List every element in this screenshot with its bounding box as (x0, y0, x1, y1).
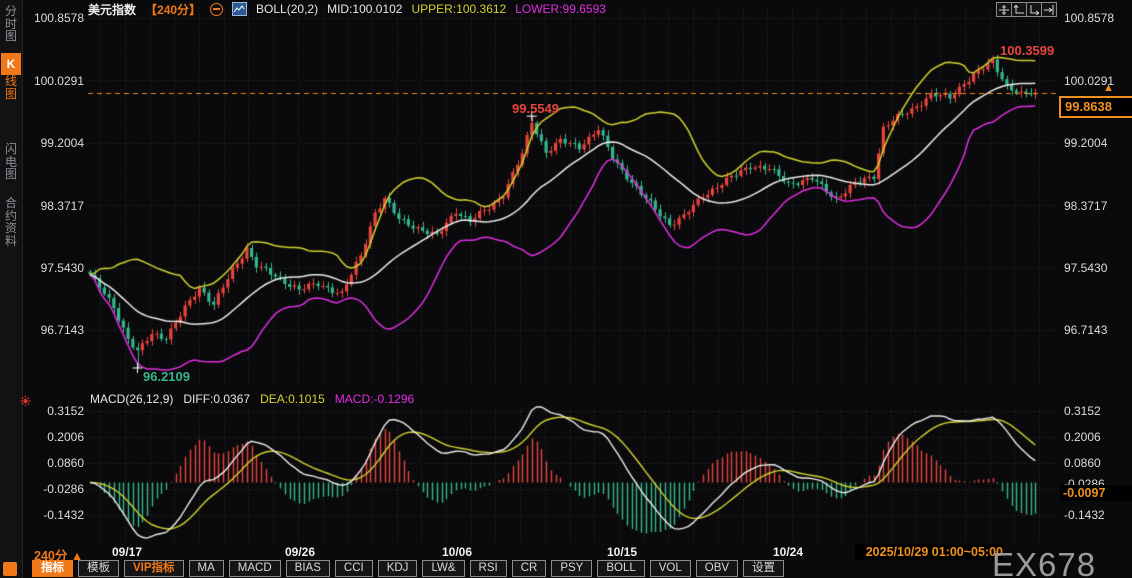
jump-to-latest-button[interactable] (1041, 2, 1057, 17)
toolbar-item-template[interactable]: 模板 (78, 560, 119, 577)
toolbar-item-vol[interactable]: VOL (649, 560, 691, 577)
macd-tick-right: 0.3152 (1064, 404, 1101, 418)
toolbar-item-ma[interactable]: MA (188, 560, 224, 577)
period-tag: 【240分】 (145, 2, 202, 17)
sidebar-tab-kline[interactable]: K 线图 (1, 53, 21, 100)
boll-label: BOLL(20,2) (256, 2, 319, 16)
price-tick-right: 100.0291 (1064, 74, 1115, 88)
axis-zoom-right-button[interactable] (1026, 2, 1042, 17)
price-tick-right: 96.7143 (1064, 323, 1108, 337)
price-tick-left: 100.0291 (33, 74, 84, 88)
chart-header: 美元指数 【240分】 BOLL(20,2) MID:100.0102 UPPE… (88, 2, 606, 17)
price-tick-left: 98.3717 (40, 199, 84, 213)
crosshair-tool-button[interactable] (996, 2, 1012, 17)
boll-lower-value: LOWER:99.6593 (515, 2, 606, 16)
kline-chart-window: 分时图 K 线图 闪电图 合约资料 美元指数 【240分】 BOLL(20,2) … (0, 0, 1132, 578)
toolbar-item-boll[interactable]: BOLL (597, 560, 645, 577)
date-tick: 09/26 (284, 545, 316, 559)
indicator-toolbar: 指标 模板 VIP指标 MA MACD BIAS CCI KDJ LW& RSI… (32, 560, 785, 577)
toolbar-menu-icon[interactable] (3, 562, 17, 576)
alert-icon[interactable] (20, 394, 31, 412)
chart-canvas[interactable] (0, 0, 1132, 578)
period-high-label: 100.3599 (1000, 43, 1055, 58)
macd-tick-left: 0.0860 (47, 456, 84, 470)
macd-header: MACD(26,12,9) DIFF:0.0367 DEA:0.1015 MAC… (90, 392, 414, 406)
toolbar-item-indicator[interactable]: 指标 (32, 560, 73, 577)
macd-tick-right: 0.2006 (1064, 430, 1101, 444)
last-bar-time: 2025/10/29 01:00~05:00 (855, 544, 1003, 560)
macd-title: MACD(26,12,9) (90, 392, 174, 406)
date-tick: 10/06 (441, 545, 473, 559)
date-tick: 09/17 (111, 545, 143, 559)
swing-high-label: 99.5549 (512, 101, 559, 116)
toolbar-item-rsi[interactable]: RSI (469, 560, 507, 577)
toolbar-item-vip[interactable]: VIP指标 (124, 560, 184, 577)
current-price-box: 99.8638 (1059, 96, 1132, 118)
boll-mid-value: MID:100.0102 (327, 2, 403, 16)
toolbar-item-lw[interactable]: LW& (422, 560, 465, 577)
sidebar-tab-kline-rest: 线图 (4, 74, 17, 101)
toolbar-item-kdj[interactable]: KDJ (377, 560, 418, 577)
price-tick-left: 96.7143 (40, 323, 84, 337)
date-tick: 10/24 (772, 545, 804, 559)
toolbar-item-psy[interactable]: PSY (551, 560, 593, 577)
boll-upper-value: UPPER:100.3612 (411, 2, 507, 16)
price-up-arrow-icon: ▲ (1103, 82, 1114, 94)
axis-zoom-left-button[interactable] (1011, 2, 1027, 17)
date-tick: 10/15 (606, 545, 638, 559)
period-low-label: 96.2109 (143, 369, 190, 384)
toolbar-item-obv[interactable]: OBV (695, 560, 739, 577)
sidebar-tab-contract-info[interactable]: 合约资料 (1, 197, 21, 247)
macd-tick-right: -0.1432 (1064, 508, 1105, 522)
symbol-name: 美元指数 (88, 2, 137, 17)
macd-tick-left: -0.0286 (43, 482, 84, 496)
chart-type-sidebar: 分时图 K 线图 闪电图 合约资料 (0, 0, 23, 578)
toolbar-item-bias[interactable]: BIAS (285, 560, 330, 577)
price-tick-left: 100.8578 (33, 11, 84, 25)
macd-tick-right: 0.0860 (1064, 456, 1101, 470)
watermark: EX678 (992, 546, 1097, 578)
toolbar-item-settings[interactable]: 设置 (743, 560, 785, 577)
macd-tick-left: 0.2006 (47, 430, 84, 444)
toolbar-item-cci[interactable]: CCI (334, 560, 373, 577)
macd-hist-value: MACD:-0.1296 (334, 392, 415, 406)
price-tick-left: 99.2004 (40, 136, 84, 150)
price-tick-right: 99.2004 (1064, 136, 1108, 150)
macd-tick-left: -0.1432 (43, 508, 84, 522)
toolbar-item-macd[interactable]: MACD (228, 560, 281, 577)
macd-tick-left: 0.3152 (47, 404, 84, 418)
price-tick-left: 97.5430 (40, 261, 84, 275)
price-tick-right: 100.8578 (1064, 11, 1115, 25)
toolbar-item-cr[interactable]: CR (511, 560, 547, 577)
price-tick-right: 98.3717 (1064, 199, 1108, 213)
boll-indicator-icon[interactable] (232, 2, 248, 16)
sidebar-tab-kline-k: K (1, 53, 21, 75)
price-tick-right: 97.5430 (1064, 261, 1108, 275)
sidebar-tab-lightning[interactable]: 闪电图 (1, 143, 21, 181)
macd-diff-value: DIFF:0.0367 (183, 392, 251, 406)
sidebar-tab-timeline[interactable]: 分时图 (1, 5, 21, 43)
collapse-indicator-icon[interactable] (210, 2, 224, 16)
macd-dea-value: DEA:0.1015 (260, 392, 325, 406)
current-macd-box: -0.0097 (1060, 485, 1132, 501)
